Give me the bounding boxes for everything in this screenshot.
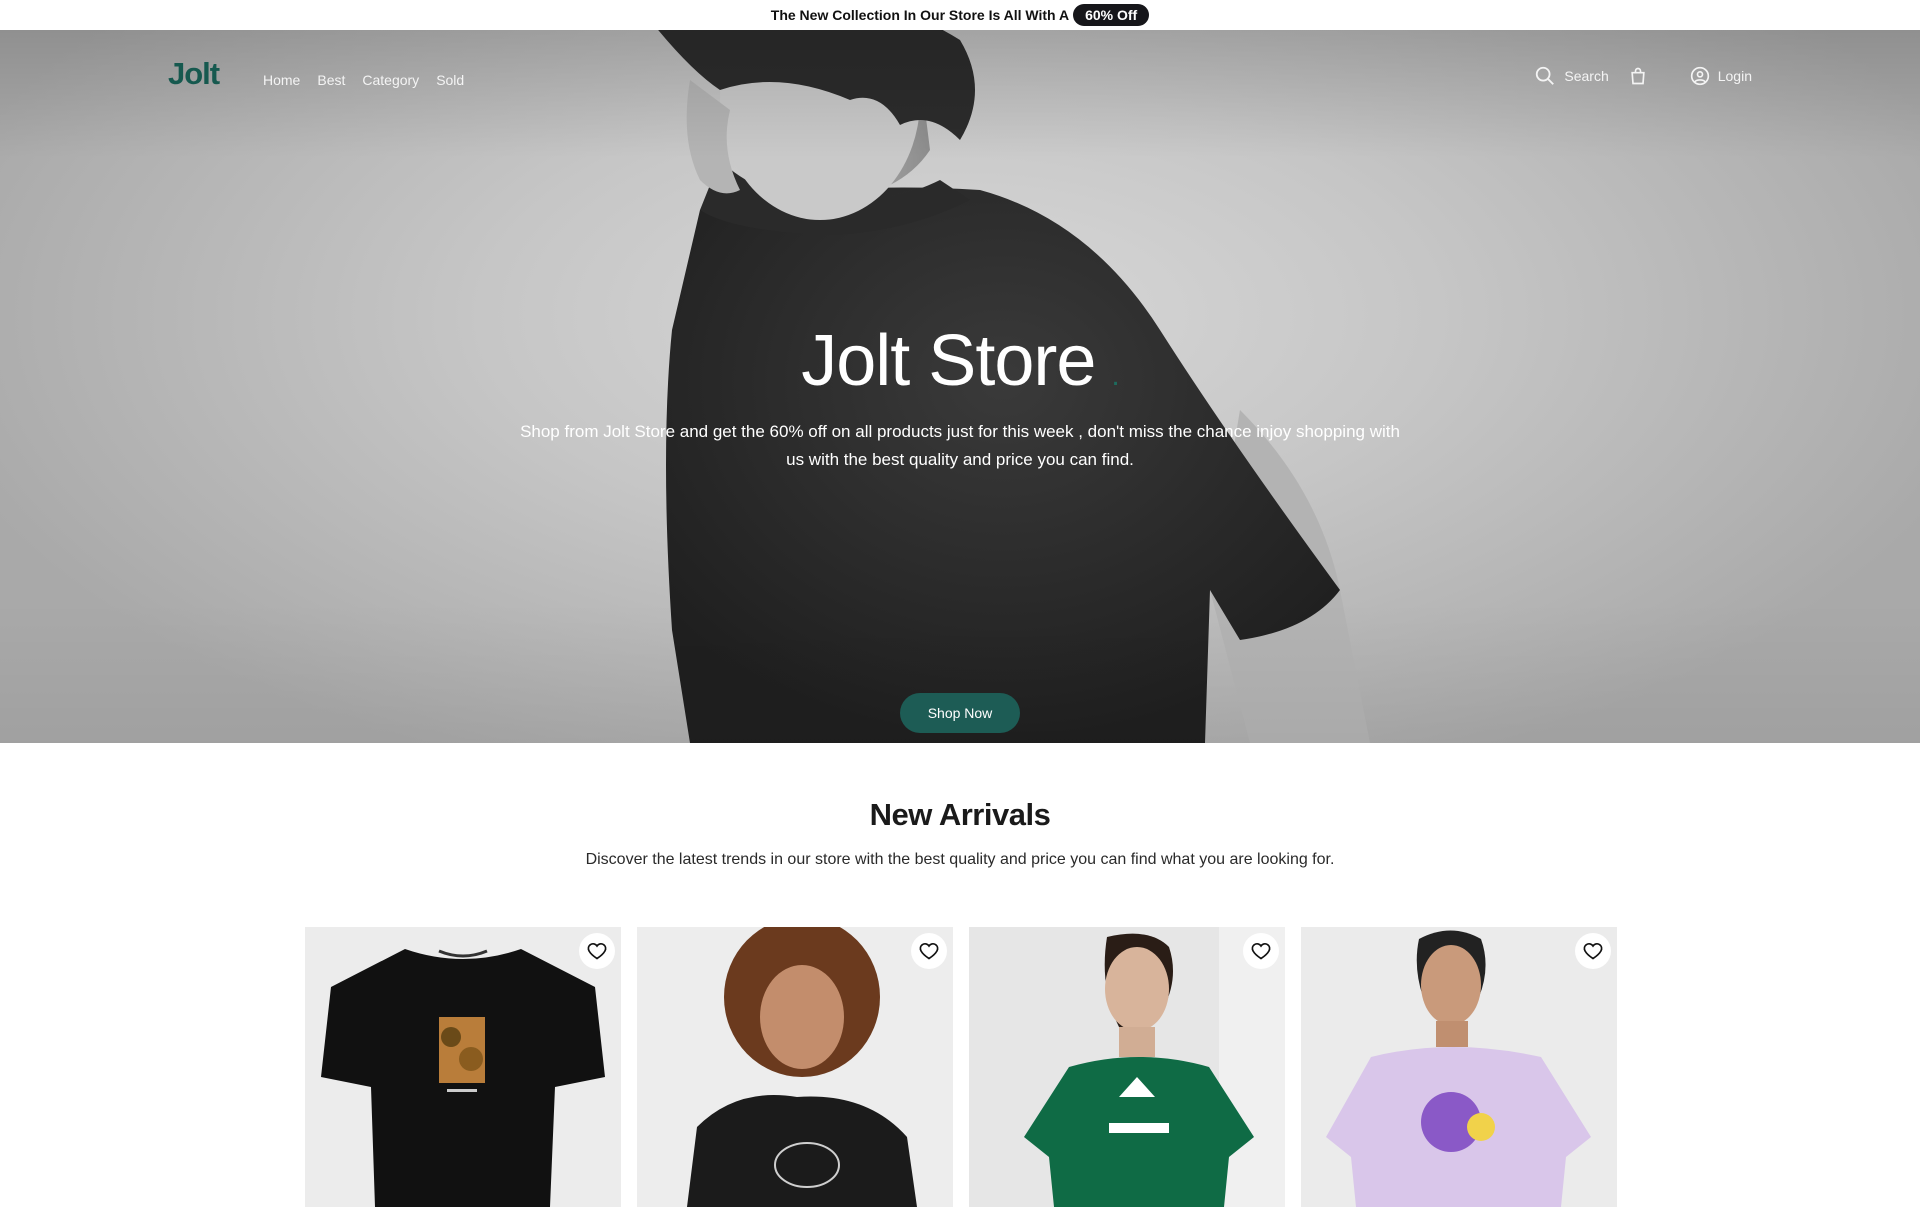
nav-link-best[interactable]: Best [317, 72, 345, 88]
shopping-bag-icon [1631, 67, 1645, 85]
favorite-button[interactable] [1243, 933, 1279, 969]
login-label: Login [1717, 68, 1752, 84]
product-image [1326, 930, 1591, 1207]
product-image [1024, 927, 1285, 1207]
product-image [321, 949, 605, 1207]
search-label: Search [1564, 68, 1609, 84]
product-card[interactable] [969, 927, 1285, 1207]
product-grid [305, 927, 1617, 1207]
product-card[interactable] [305, 927, 621, 1207]
hero-title-text: Jolt Store [801, 321, 1096, 401]
product-image [687, 927, 917, 1207]
search-icon [1536, 66, 1555, 85]
nav-links: Home Best Category Sold [263, 72, 464, 88]
hero-title: Jolt Store. [0, 320, 1920, 402]
heart-icon [919, 942, 939, 960]
favorite-button[interactable] [911, 933, 947, 969]
nav-actions: Search Login [1534, 60, 1752, 92]
product-card[interactable] [1301, 927, 1617, 1207]
heart-icon [1583, 942, 1603, 960]
new-arrivals-section: New Arrivals Discover the latest trends … [0, 797, 1920, 869]
favorite-button[interactable] [1575, 933, 1611, 969]
shop-now-button[interactable]: Shop Now [900, 693, 1020, 733]
hero-title-dot: . [1111, 359, 1119, 392]
announcement-bar: The New Collection In Our Store Is All W… [0, 0, 1920, 30]
nav-link-home[interactable]: Home [263, 72, 300, 88]
heart-icon [587, 942, 607, 960]
favorite-button[interactable] [579, 933, 615, 969]
nav-link-category[interactable]: Category [362, 72, 419, 88]
hero-subtitle: Shop from Jolt Store and get the 60% off… [520, 422, 1400, 469]
login-button[interactable]: Login [1690, 66, 1752, 86]
user-circle-icon [1690, 66, 1709, 86]
top-nav: Jolt Home Best Category Sold Search Logi… [0, 30, 1920, 130]
nav-link-sold[interactable]: Sold [436, 72, 464, 88]
search-button[interactable]: Search [1534, 65, 1609, 87]
product-card[interactable] [637, 927, 953, 1207]
hero-section: Jolt Home Best Category Sold Search Logi… [0, 30, 1920, 743]
announcement-text: The New Collection In Our Store Is All W… [770, 7, 1070, 23]
discount-badge: 60% Off [1073, 4, 1150, 26]
heart-icon [1251, 942, 1271, 960]
section-title: New Arrivals [869, 797, 1051, 832]
logo[interactable]: Jolt [168, 56, 220, 92]
section-subtitle: Discover the latest trends in our store … [585, 851, 1335, 868]
cart-button[interactable] [1628, 66, 1648, 86]
